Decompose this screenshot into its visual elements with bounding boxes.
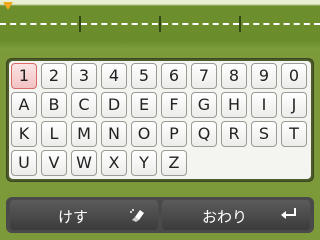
slot-divider [159, 16, 161, 32]
key-j[interactable]: J [281, 92, 307, 118]
key-z[interactable]: Z [161, 150, 187, 176]
key-5[interactable]: 5 [131, 63, 157, 89]
key-2[interactable]: 2 [41, 63, 67, 89]
key-7[interactable]: 7 [191, 63, 217, 89]
key-x[interactable]: X [101, 150, 127, 176]
erase-button-label: けす [58, 208, 89, 226]
keyboard-panel: 1234567890 ABCDEFGHIJ KLMNOPQRST UVWXYZ [6, 58, 314, 182]
keyboard-board: 1234567890 ABCDEFGHIJ KLMNOPQRST UVWXYZ [9, 61, 311, 179]
slot-divider [239, 16, 241, 32]
key-y[interactable]: Y [131, 150, 157, 176]
key-c[interactable]: C [71, 92, 97, 118]
key-e[interactable]: E [131, 92, 157, 118]
done-button[interactable]: おわり [162, 200, 310, 230]
key-m[interactable]: M [71, 121, 97, 147]
cursor-marker-icon [3, 2, 13, 10]
key-i[interactable]: I [251, 92, 277, 118]
key-8[interactable]: 8 [221, 63, 247, 89]
key-f[interactable]: F [161, 92, 187, 118]
key-v[interactable]: V [41, 150, 67, 176]
key-3[interactable]: 3 [71, 63, 97, 89]
key-s[interactable]: S [251, 121, 277, 147]
done-button-label: おわり [202, 208, 248, 226]
erase-button[interactable]: けす [10, 200, 158, 230]
enter-arrow-icon [280, 207, 298, 225]
key-9[interactable]: 9 [251, 63, 277, 89]
key-q[interactable]: Q [191, 121, 217, 147]
key-w[interactable]: W [71, 150, 97, 176]
key-0[interactable]: 0 [281, 63, 307, 89]
key-r[interactable]: R [221, 121, 247, 147]
eraser-icon [128, 207, 146, 227]
key-o[interactable]: O [131, 121, 157, 147]
slot-divider [79, 16, 81, 32]
key-u[interactable]: U [11, 150, 37, 176]
key-1[interactable]: 1 [11, 63, 37, 89]
bottom-bar: けす おわり [6, 197, 314, 233]
key-b[interactable]: B [41, 92, 67, 118]
key-h[interactable]: H [221, 92, 247, 118]
key-6[interactable]: 6 [161, 63, 187, 89]
key-t[interactable]: T [281, 121, 307, 147]
key-4[interactable]: 4 [101, 63, 127, 89]
key-d[interactable]: D [101, 92, 127, 118]
key-k[interactable]: K [11, 121, 37, 147]
key-p[interactable]: P [161, 121, 187, 147]
key-g[interactable]: G [191, 92, 217, 118]
key-l[interactable]: L [41, 121, 67, 147]
key-a[interactable]: A [11, 92, 37, 118]
text-entry-area [0, 0, 320, 50]
key-n[interactable]: N [101, 121, 127, 147]
